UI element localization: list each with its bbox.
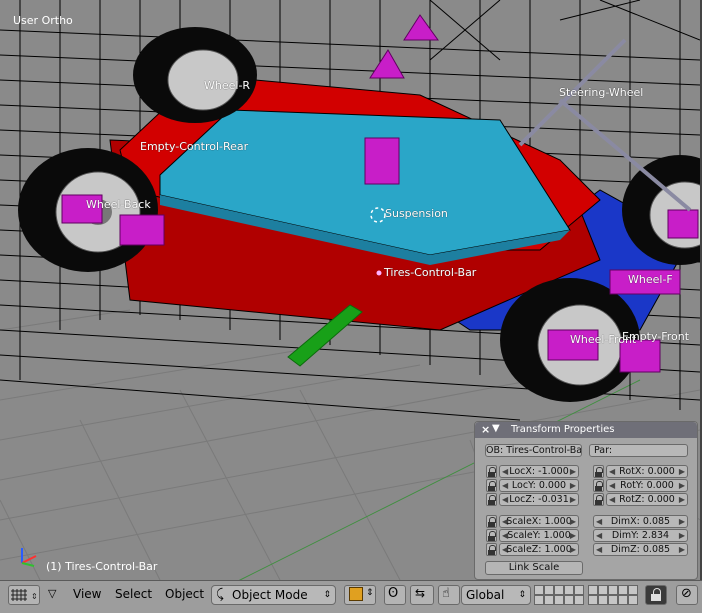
layer-grid[interactable] [534,585,642,605]
close-icon[interactable]: × [481,423,490,436]
rot-z-field[interactable]: ◀ RotZ: 0.000 ▶ [606,493,688,506]
lock-layers-button[interactable] [645,585,667,605]
link-scale-button[interactable]: Link Scale [485,561,583,575]
label-suspension: Suspension [385,207,448,220]
hand-icon: ☝ [442,586,450,601]
collapse-triangle-icon[interactable]: ▼ [492,423,500,434]
panel-title: Transform Properties [511,424,615,435]
3d-view-header: ⇕ ▽ View Select Object ⤹ Object Mode ⇕ ⇕… [0,580,702,613]
menu-select[interactable]: Select [115,587,152,601]
manipulator-button[interactable]: ⇆ [410,585,434,605]
dim-y-field[interactable]: ◀ DimY: 2.834 ▶ [593,529,688,542]
transform-properties-panel: × ▼ Transform Properties OB: Tires-Contr… [474,421,698,580]
solid-cube-icon [349,587,363,601]
scale-y-lock-icon[interactable] [486,529,497,542]
scale-x-field[interactable]: ◀ ScaleX: 1.000 ▶ [499,515,579,528]
mode-dropdown[interactable]: ⤹ Object Mode ⇕ [211,585,336,605]
hand-tool-button[interactable]: ☝ [438,585,460,605]
loc-z-field[interactable]: ◀ LocZ: -0.031 ▶ [499,493,579,506]
dim-x-field[interactable]: ◀ DimX: 0.085 ▶ [593,515,688,528]
object-mode-icon: ⤹ [216,587,224,602]
3d-viewport[interactable]: User Ortho (1) Tires-Control-Bar Steerin… [0,0,702,580]
mode-label: Object Mode [232,588,308,602]
render-icon: ⊘ [681,586,692,601]
object-name-field[interactable]: OB: Tires-Control-Bar [485,444,582,457]
pivot-button[interactable]: ʘ [384,585,406,605]
orientation-dropdown[interactable]: Global ⇕ [461,585,531,605]
layer-buttons[interactable] [534,585,642,605]
draw-type-button[interactable]: ⇕ [344,585,376,605]
loc-y-lock-icon[interactable] [486,479,497,492]
dropdown-arrow-icon: ⇕ [366,588,374,598]
scale-x-lock-icon[interactable] [486,515,497,528]
scale-z-lock-icon[interactable] [486,543,497,556]
label-empty-front: Empty-Front [622,330,690,343]
rot-x-field[interactable]: ◀ RotX: 0.000 ▶ [606,465,688,478]
label-tires-control-bar: Tires-Control-Bar [384,266,477,279]
blender-window: User Ortho (1) Tires-Control-Bar Steerin… [0,0,702,613]
loc-x-field[interactable]: ◀ LocX: -1.000 ▶ [499,465,579,478]
rot-x-lock-icon[interactable] [593,465,604,478]
editor-type-button[interactable]: ⇕ [8,585,40,605]
rot-y-field[interactable]: ◀ RotY: 0.000 ▶ [606,479,688,492]
svg-text:⇕: ⇕ [31,592,38,601]
dropdown-arrow-icon: ⇕ [518,590,526,600]
panel-header[interactable]: × ▼ Transform Properties [475,422,697,438]
active-object-status: (1) Tires-Control-Bar [46,560,158,573]
wheel-rear-top [133,27,257,123]
grid-editor-icon: ⇕ [11,589,38,601]
dim-z-field[interactable]: ◀ DimZ: 0.085 ▶ [593,543,688,556]
menu-object[interactable]: Object [165,587,204,601]
loc-x-lock-icon[interactable] [486,465,497,478]
rot-z-lock-icon[interactable] [593,493,604,506]
dropdown-arrow-icon: ⇕ [323,590,331,600]
label-wheel-side: Wheel-F [628,273,673,286]
lock-icon [651,588,661,602]
tires-bar-origin [376,270,382,276]
view-label: User Ortho [13,14,73,27]
loc-z-lock-icon[interactable] [486,493,497,506]
manipulator-icon: ⇆ [415,586,426,600]
scale-z-field[interactable]: ◀ ScaleZ: 1.000 ▶ [499,543,579,556]
label-wheel-rear: Wheel-R [204,79,251,92]
loc-y-field[interactable]: ◀ LocY: 0.000 ▶ [499,479,579,492]
menu-view[interactable]: View [73,587,101,601]
rot-y-lock-icon[interactable] [593,479,604,492]
parent-field[interactable]: Par: [589,444,688,457]
pivot-icon: ʘ [388,586,399,601]
label-wheel-back: Wheel-Back [86,198,151,211]
scale-y-field[interactable]: ◀ ScaleY: 1.000 ▶ [499,529,579,542]
orientation-label: Global [466,588,505,602]
collapse-menus-icon[interactable]: ▽ [48,587,56,600]
label-steering-wheel: Steering-Wheel [559,86,644,99]
label-empty-control-rear: Empty-Control-Rear [140,140,249,153]
render-button[interactable]: ⊘ [676,585,698,605]
